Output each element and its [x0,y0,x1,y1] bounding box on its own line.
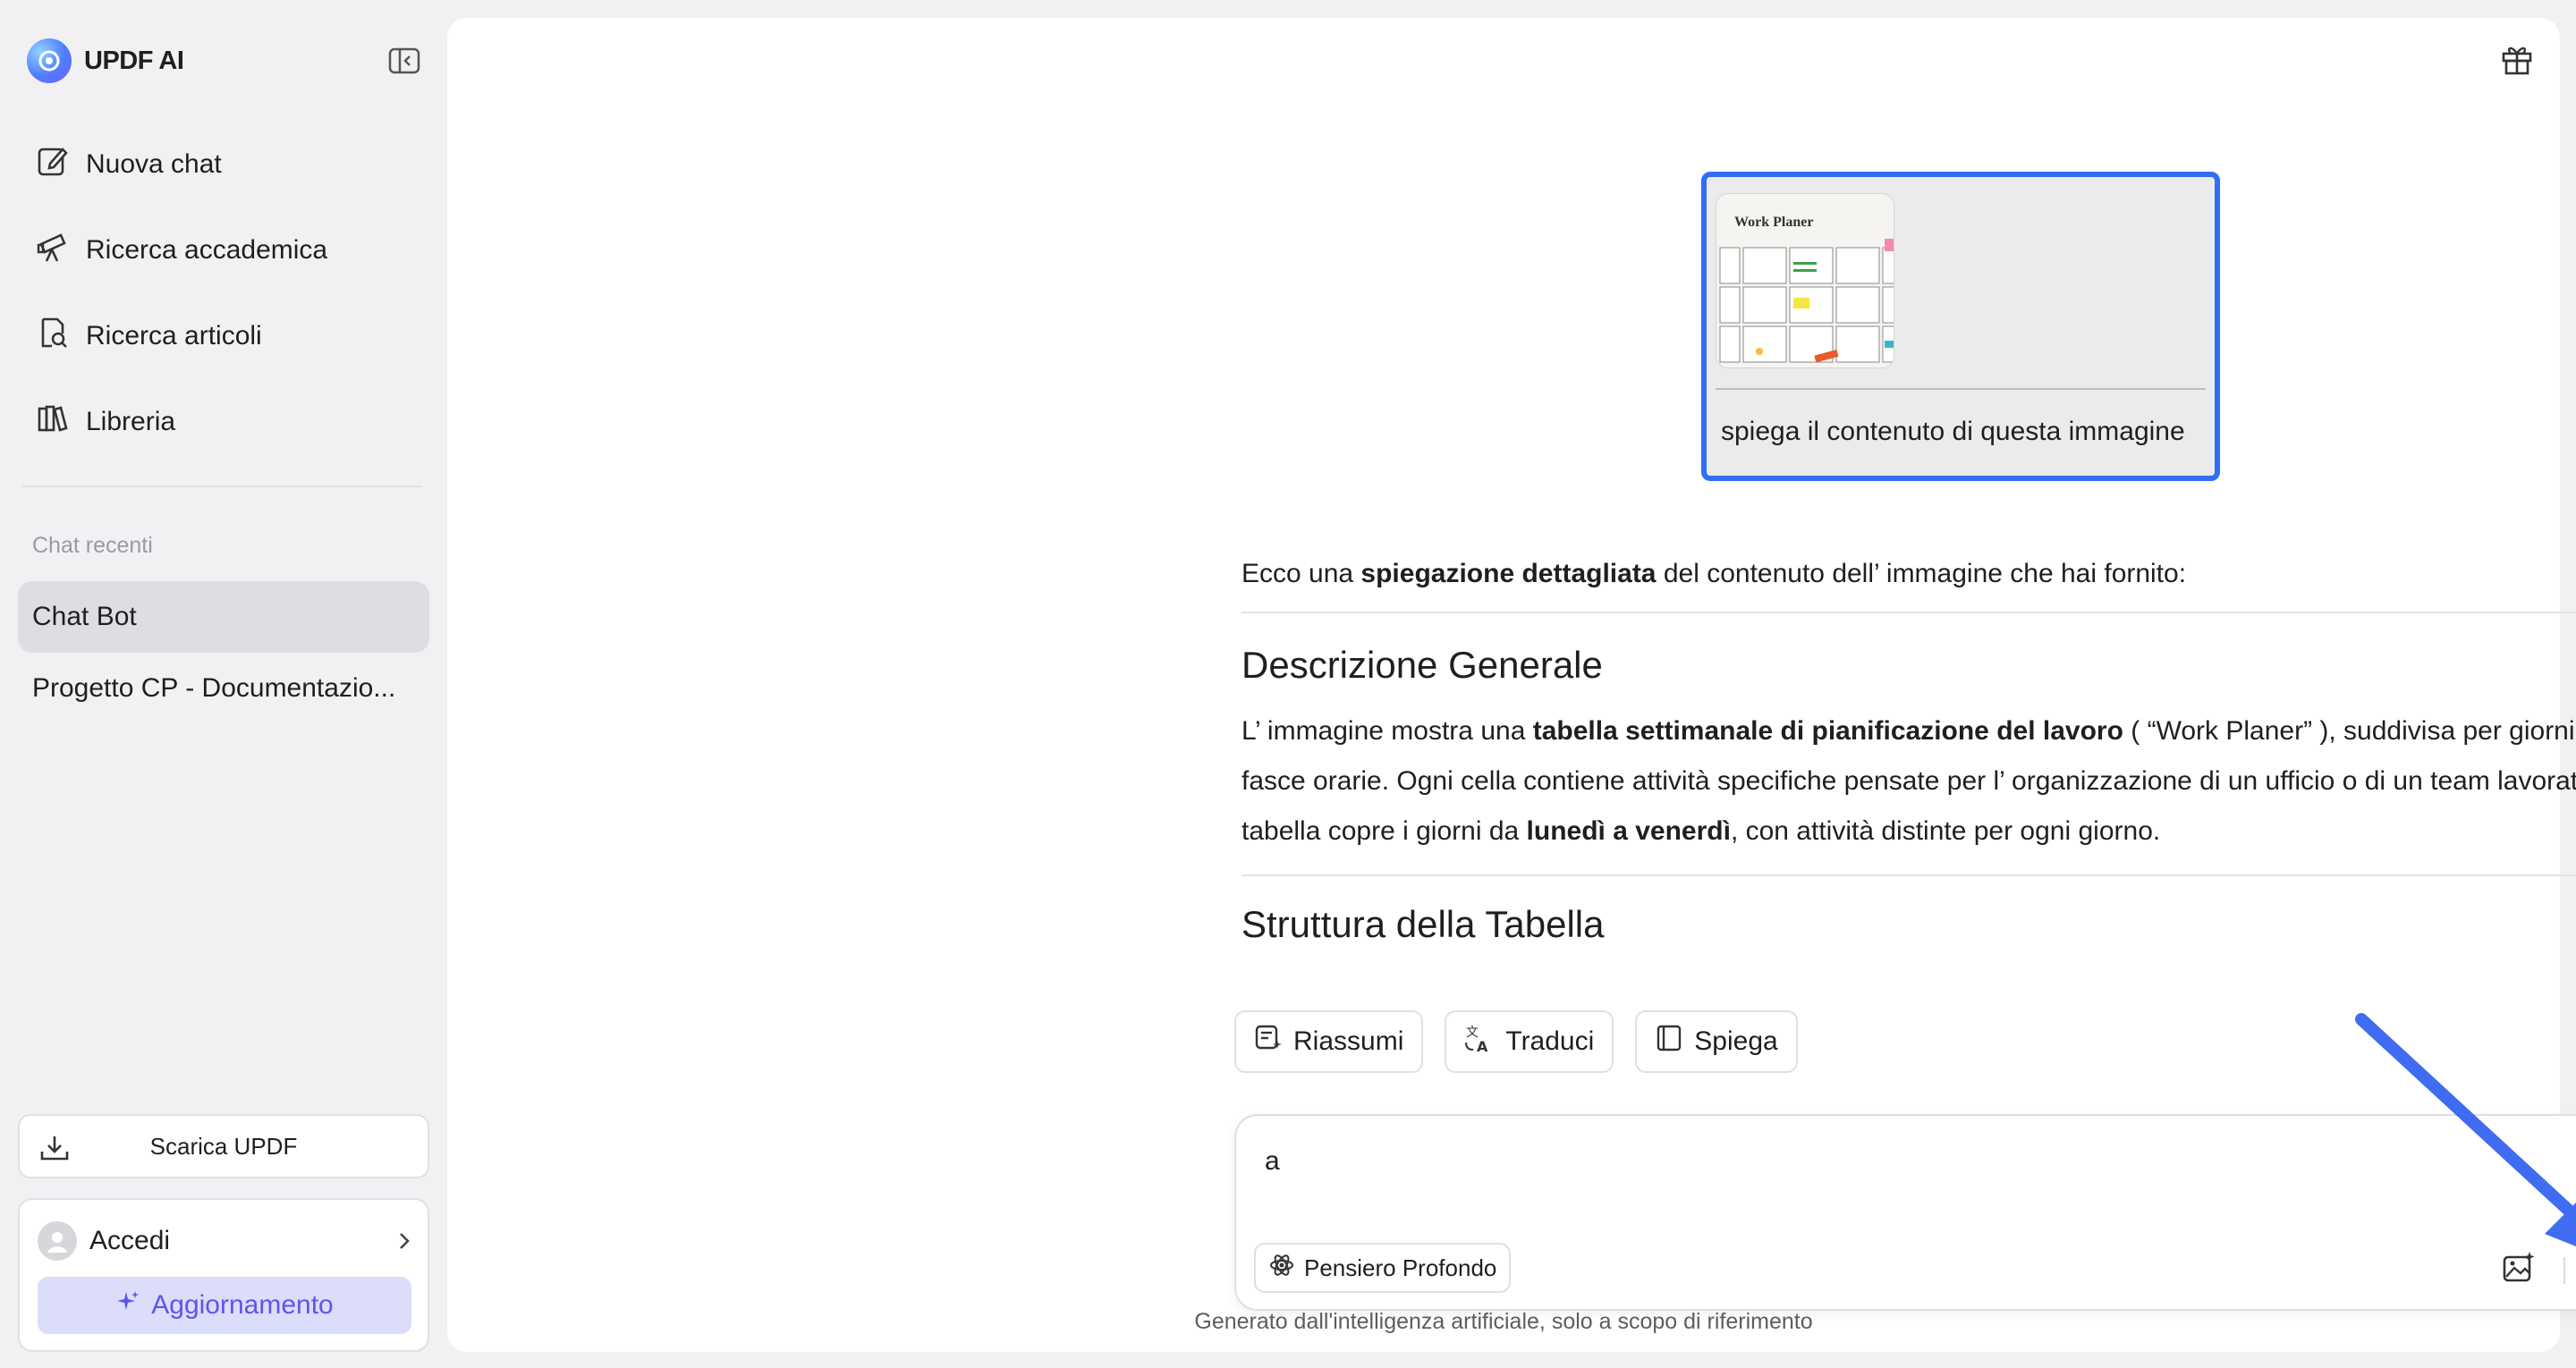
nav-new-chat[interactable]: Nuova chat [18,122,429,207]
section-heading: Struttura della Tabella [1241,903,1605,945]
summarize-button[interactable]: Riassumi [1234,1010,1424,1073]
thumbnail-title: Work Planer [1734,215,1813,230]
svg-text:A: A [1477,1038,1488,1053]
nav-library[interactable]: Libreria [18,379,429,465]
section-heading: Descrizione Generale [1241,644,1603,686]
bold-text: lunedì a venerdì [1526,816,1731,846]
download-updf-button[interactable]: Scarica UPDF [18,1114,429,1178]
message-input[interactable]: a [1265,1146,1280,1177]
download-label: Scarica UPDF [149,1132,298,1160]
upgrade-label: Aggiornamento [151,1290,334,1320]
chevron-right-icon [395,1229,413,1261]
translate-button[interactable]: 文A Traduci [1445,1010,1614,1073]
text: , con attività distinte per ogni giorno. [1730,816,2161,846]
app-name: UPDF AI [84,46,184,75]
updf-logo-icon [27,38,72,83]
nav-article-search[interactable]: Ricerca articoli [18,293,429,379]
annotation-arrow-icon [2343,1010,2576,1283]
bold-text: tabella settimanale di pianificazione de… [1532,716,2123,746]
sidebar-nav: Nuova chat Ricerca accademica Ricerca ar… [18,122,429,465]
chip-label: Spiega [1694,1026,1778,1056]
nav-label: Libreria [86,407,176,436]
avatar [38,1221,77,1261]
deep-think-label: Pensiero Profondo [1304,1254,1497,1281]
deep-think-toggle[interactable]: Pensiero Profondo [1254,1243,1512,1293]
quick-actions: Riassumi 文A Traduci Spiega [1234,1010,1798,1073]
explain-button[interactable]: Spiega [1635,1010,1798,1073]
nav-label: Nuova chat [86,149,222,179]
recent-chat-item[interactable]: Progetto CP - Documentazio... [18,653,429,724]
response-divider [1241,612,2576,613]
attached-image-thumbnail[interactable]: Work Planer [1716,193,1894,368]
account-card: Accedi Aggiornamento [18,1198,429,1352]
user-message-text: spiega il contenuto di questa immagine [1721,417,2185,446]
upgrade-button[interactable]: Aggiornamento [38,1277,411,1334]
login-row[interactable]: Accedi [38,1218,413,1264]
brand: UPDF AI [27,36,184,86]
atom-icon [1268,1252,1295,1285]
text: del contenuto dell’ immagine che hai for… [1656,559,2187,588]
text: L’ immagine mostra una [1241,716,1533,746]
sidebar: UPDF AI Nuova chat Ricerca accademica Ri… [0,0,447,1368]
library-icon [36,401,70,443]
document-search-icon [36,316,70,357]
login-label: Accedi [89,1226,171,1255]
recent-chat-item[interactable]: Chat Bot [18,581,429,653]
nav-label: Ricerca articoli [86,321,262,350]
disclaimer: Generato dall'intelligenza artificiale, … [1194,1309,1813,1334]
sparkle-icon [115,1289,140,1322]
collapse-sidebar-icon[interactable] [386,45,422,77]
chat-panel: Work Planer spiega il contenuto di quest… [447,18,2576,1352]
nav-academic-search[interactable]: Ricerca accademica [18,207,429,293]
user-message-bubble: Work Planer spiega il contenuto di quest… [1701,172,2220,481]
sidebar-divider [21,486,422,487]
book-icon [1655,1024,1683,1060]
nav-label: Ricerca accademica [86,235,328,265]
recent-chats-heading: Chat recenti [32,533,153,558]
response-intro: Ecco una spiegazione dettagliata del con… [1241,549,2576,599]
chip-label: Riassumi [1293,1026,1404,1056]
summarize-icon [1254,1024,1283,1060]
bold-text: spiegazione dettagliata [1360,559,1657,588]
message-separator [1716,388,2206,390]
recent-chats-list: Chat Bot Progetto CP - Documentazio... [18,581,429,724]
chip-label: Traduci [1505,1026,1595,1056]
download-icon [39,1134,70,1169]
translate-icon: 文A [1464,1023,1495,1060]
ai-response: Ecco una spiegazione dettagliata del con… [1241,544,2576,946]
telescope-icon [36,230,70,271]
edit-icon [36,144,70,185]
response-paragraph: L’ immagine mostra una tabella settimana… [1241,706,2576,857]
response-divider [1241,874,2576,876]
text: Ecco una [1241,559,1361,588]
gift-icon[interactable] [2499,41,2535,81]
